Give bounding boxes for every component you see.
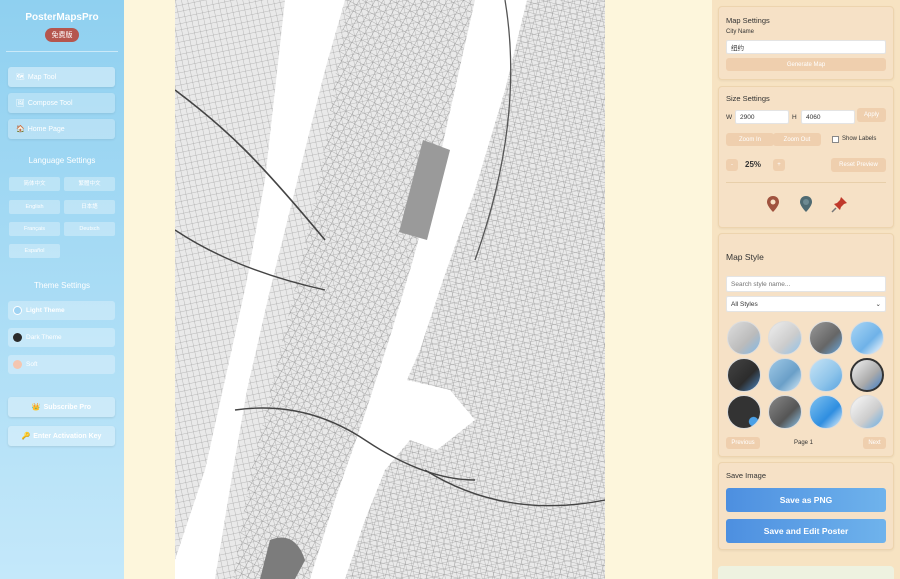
style-thumb-11[interactable]	[809, 395, 843, 429]
style-search-input[interactable]	[726, 276, 886, 292]
map-style-card: Map Style All Styles ⌄ Previous Page 1 N…	[718, 233, 894, 457]
style-thumb-12[interactable]	[850, 395, 884, 429]
style-thumb-4[interactable]	[850, 321, 884, 355]
lang-en-button[interactable]: English	[9, 200, 60, 214]
style-thumb-2[interactable]	[768, 321, 802, 355]
lang-de-button[interactable]: Deutsch	[64, 222, 115, 236]
pin-marker-icon[interactable]	[766, 195, 780, 213]
panel-next-card-edge	[718, 566, 894, 579]
zoom-minus-button[interactable]: -	[726, 159, 738, 171]
home-icon: 🏠	[16, 126, 25, 133]
next-page-button[interactable]: Next	[863, 437, 886, 449]
city-name-label: City Name	[726, 29, 755, 35]
map-style-title: Map Style	[726, 252, 764, 262]
lang-fr-button[interactable]: Français	[9, 222, 60, 236]
key-icon: 🔑	[21, 433, 31, 440]
zoom-level-value: 25%	[745, 160, 762, 169]
map-preview[interactable]	[175, 0, 605, 579]
save-png-button[interactable]: Save as PNG	[726, 488, 886, 512]
chevron-down-icon: ⌄	[875, 301, 881, 308]
subscribe-pro-button[interactable]: 👑 Subscribe Pro	[8, 397, 115, 417]
reset-preview-button[interactable]: Reset Preview	[831, 158, 886, 172]
map-canvas	[175, 0, 605, 579]
sidebar-divider	[6, 51, 118, 52]
map-icon: 🗺	[16, 74, 25, 81]
lang-ja-button[interactable]: 日本語	[64, 200, 115, 214]
style-thumb-10[interactable]	[768, 395, 802, 429]
nav-home-page[interactable]: 🏠 Home Page	[8, 119, 115, 139]
theme-soft-button[interactable]: Soft	[8, 355, 115, 374]
height-input[interactable]: 4060	[801, 110, 855, 124]
size-settings-title: Size Settings	[726, 94, 770, 103]
lang-zh-hant-button[interactable]: 繁體中文	[64, 177, 115, 191]
plan-badge: 免费版	[45, 28, 79, 42]
zoom-plus-button[interactable]: +	[773, 159, 785, 171]
theme-dark-button[interactable]: Dark Theme	[8, 328, 115, 347]
crown-icon: 👑	[31, 404, 41, 411]
style-thumb-9[interactable]	[727, 395, 761, 429]
theme-settings-title: Theme Settings	[33, 281, 91, 290]
page-indicator: Page 1	[794, 440, 814, 446]
style-thumb-6[interactable]	[768, 358, 802, 392]
previous-page-button[interactable]: Previous	[726, 437, 760, 449]
pushpin-icon[interactable]	[831, 195, 849, 213]
apply-button[interactable]: Apply	[857, 108, 886, 122]
lang-zh-hans-button[interactable]: 简体中文	[9, 177, 60, 191]
save-image-title: Save Image	[726, 471, 767, 480]
language-settings-title: Language Settings	[28, 156, 96, 165]
height-label: H	[792, 114, 797, 121]
lang-es-button[interactable]: Español	[9, 244, 60, 258]
style-filter-select[interactable]: All Styles ⌄	[726, 296, 886, 312]
theme-light-button[interactable]: Light Theme	[8, 301, 115, 320]
nav-map-tool[interactable]: 🗺 Map Tool	[8, 67, 115, 87]
soft-theme-swatch	[13, 360, 22, 369]
light-theme-swatch	[13, 306, 22, 315]
zoom-out-button[interactable]: Zoom Out	[773, 133, 821, 146]
app-title: PosterMapsPro	[25, 12, 99, 23]
map-settings-card: Map Settings City Name 纽约 Generate Map	[718, 6, 894, 80]
style-thumb-1[interactable]	[727, 321, 761, 355]
style-thumb-8-selected[interactable]	[850, 358, 884, 392]
generate-map-button[interactable]: Generate Map	[726, 58, 886, 71]
style-thumb-5[interactable]	[727, 358, 761, 392]
style-thumb-7[interactable]	[809, 358, 843, 392]
show-labels-label: Show Labels	[842, 136, 877, 142]
map-settings-title: Map Settings	[726, 16, 770, 25]
size-settings-card: Size Settings W 2900 H 4060 Apply Zoom I…	[718, 86, 894, 228]
city-name-input[interactable]: 纽约	[726, 40, 886, 54]
compose-icon: 🖼	[16, 100, 25, 107]
dark-theme-swatch	[13, 333, 22, 342]
nav-compose-tool[interactable]: 🖼 Compose Tool	[8, 93, 115, 113]
style-thumb-3[interactable]	[809, 321, 843, 355]
width-input[interactable]: 2900	[735, 110, 789, 124]
location-marker-icon[interactable]	[799, 195, 813, 213]
zoom-in-button[interactable]: Zoom In	[726, 133, 774, 146]
width-label: W	[726, 114, 733, 121]
save-image-card: Save Image Save as PNG Save and Edit Pos…	[718, 462, 894, 550]
size-divider	[726, 182, 886, 183]
activation-key-button[interactable]: 🔑 Enter Activation Key	[8, 426, 115, 446]
show-labels-checkbox[interactable]	[832, 136, 839, 143]
settings-panel: Map Settings City Name 纽约 Generate Map S…	[712, 0, 900, 579]
sidebar: PosterMapsPro 免费版 🗺 Map Tool 🖼 Compose T…	[0, 0, 124, 579]
save-edit-poster-button[interactable]: Save and Edit Poster	[726, 519, 886, 543]
